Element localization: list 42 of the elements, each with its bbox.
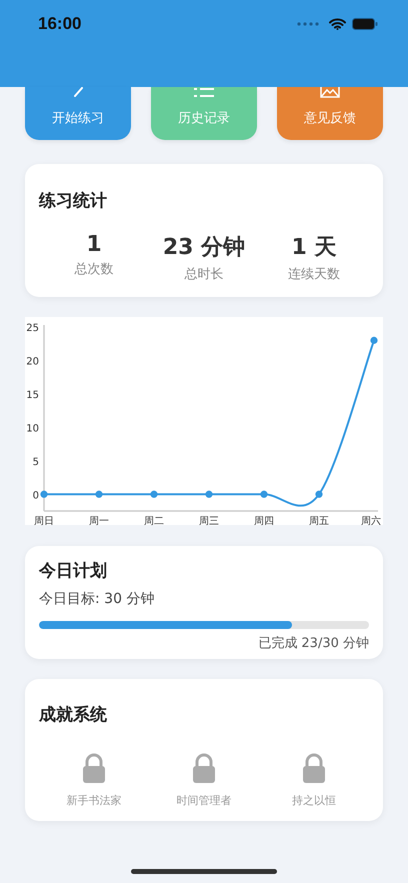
stat-label: 总次数: [74, 261, 114, 278]
action-button[interactable]: 开始练习: [25, 87, 131, 140]
x-tick-label: 周日: [34, 516, 54, 525]
progress-text: 已完成 23/30 分钟: [257, 635, 369, 652]
list-icon: [194, 87, 214, 97]
y-tick-label: 25: [26, 323, 39, 334]
action-button[interactable]: 历史记录: [151, 87, 257, 140]
data-point: [40, 490, 48, 498]
y-tick-label: 15: [26, 390, 39, 401]
data-point: [260, 490, 268, 498]
pencil-icon: [74, 87, 82, 97]
stat-label: 连续天数: [288, 266, 340, 283]
data-point: [95, 490, 103, 498]
card-title: 成就系统: [39, 704, 108, 726]
achievement-label: 时间管理者: [176, 793, 232, 808]
y-tick-label: 5: [32, 456, 39, 468]
data-point: [205, 490, 213, 498]
achievement-label: 新手书法家: [66, 793, 122, 808]
status-time: 16:00: [38, 14, 82, 34]
data-point: [315, 490, 323, 498]
x-tick-label: 周五: [309, 516, 329, 525]
stat-value: 23 分钟: [162, 234, 246, 262]
data-point: [370, 336, 378, 344]
x-tick-label: 周四: [254, 516, 274, 525]
stat-value: 1: [86, 232, 102, 257]
x-tick-label: 周二: [144, 516, 164, 525]
battery-icon: [352, 18, 378, 30]
card-title: 今日计划: [39, 560, 108, 582]
wifi-icon: [329, 18, 346, 30]
achievement-label: 持之以恒: [292, 793, 336, 808]
stat-label: 总时长: [184, 266, 224, 283]
data-point: [150, 490, 158, 498]
goal-text: 今日目标: 30 分钟: [39, 590, 156, 608]
action-button[interactable]: 意见反馈: [277, 87, 383, 140]
y-tick-label: 20: [26, 356, 39, 368]
card-title: 练习统计: [39, 190, 108, 212]
x-tick-label: 周三: [199, 516, 219, 525]
mail-icon: [320, 87, 340, 98]
x-tick-label: 周一: [89, 516, 109, 525]
stat-value: 1 天: [292, 234, 336, 262]
y-tick-label: 10: [26, 423, 39, 434]
y-tick-label: 0: [32, 490, 39, 502]
